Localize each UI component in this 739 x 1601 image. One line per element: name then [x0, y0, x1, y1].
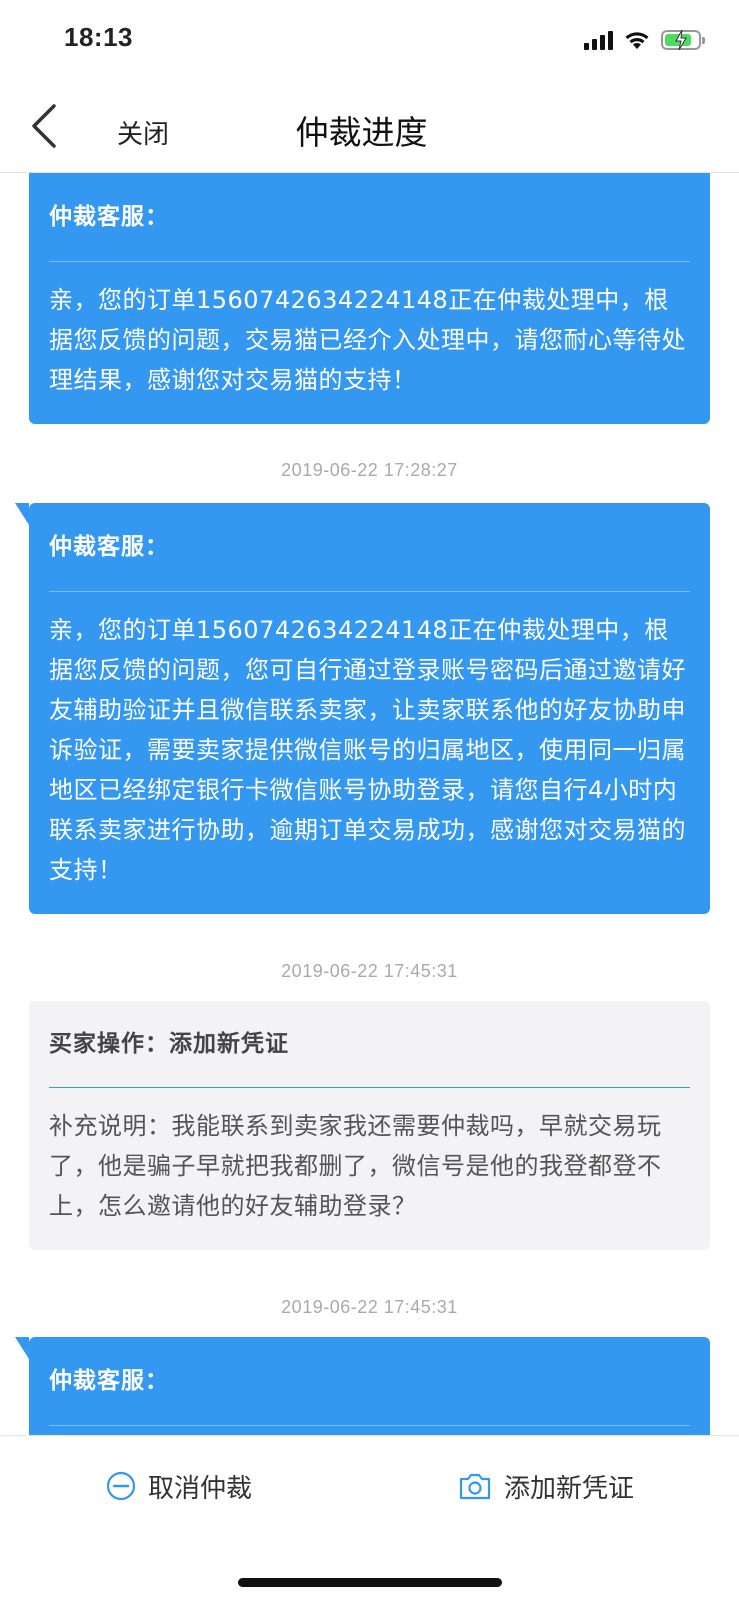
message-timestamp: 2019-06-22 17:45:31 — [281, 961, 458, 981]
bottom-action-bar: 取消仲裁 添加新凭证 — [0, 1435, 739, 1601]
cellular-signal-icon — [584, 30, 613, 50]
camera-icon — [459, 1473, 491, 1500]
wifi-icon — [625, 32, 649, 49]
message-text: 补充说明：我能联系到卖家我还需要仲裁吗，早就交易玩了，他是骗子早就把我都删了，微… — [49, 1112, 662, 1220]
minus-circle-icon — [106, 1471, 136, 1501]
buyer-message: 买家操作：添加新凭证 补充说明：我能联系到卖家我还需要仲裁吗，早就交易玩了，他是… — [29, 1001, 710, 1250]
message-timestamp: 2019-06-22 17:45:31 — [281, 1297, 458, 1317]
nav-bar: 关闭 仲裁进度 — [0, 80, 739, 173]
message-text: 亲，您的订单1560742634224148正在仲裁处理中，根据您反馈的问题，交… — [49, 286, 686, 394]
agent-message: 仲裁客服： 亲，您的订单1560742634224148正在仲裁处理中，根据您反… — [15, 503, 710, 914]
agent-message-bubble: 仲裁客服： 亲，您的订单1560742634224148正在仲裁处理中，根据您反… — [29, 173, 710, 424]
cancel-arbitration-label: 取消仲裁 — [148, 1473, 253, 1504]
status-bar: 18:13 — [0, 0, 739, 80]
buyer-message-bubble: 买家操作：添加新凭证 补充说明：我能联系到卖家我还需要仲裁吗，早就交易玩了，他是… — [29, 1001, 710, 1250]
home-indicator — [238, 1578, 502, 1587]
message-timestamp: 2019-06-22 17:28:27 — [281, 460, 458, 480]
agent-message: 仲裁客服： 亲，您的订单1560742634224148正在仲裁处理中，根据您反… — [29, 173, 710, 424]
status-time: 18:13 — [64, 22, 133, 52]
agent-message-bubble: 仲裁客服： 亲，您的订单1560742634224148正在仲裁处理中，根据您反… — [15, 503, 710, 914]
message-sender: 仲裁客服： — [49, 173, 690, 262]
add-evidence-label: 添加新凭证 — [504, 1473, 635, 1504]
status-icons — [584, 26, 705, 54]
cancel-arbitration-button[interactable]: 取消仲裁 — [106, 1466, 252, 1506]
message-sender: 买家操作：添加新凭证 — [49, 1001, 690, 1088]
agent-message: 仲裁客服： — [15, 1337, 710, 1435]
add-evidence-button[interactable]: 添加新凭证 — [458, 1466, 634, 1506]
message-sender: 仲裁客服： — [49, 1337, 690, 1426]
battery-icon — [661, 30, 705, 50]
message-text: 亲，您的订单1560742634224148正在仲裁处理中，根据您反馈的问题，您… — [49, 616, 686, 884]
message-sender: 仲裁客服： — [49, 503, 690, 592]
page-title: 仲裁进度 — [295, 113, 428, 152]
agent-message-bubble: 仲裁客服： — [15, 1337, 710, 1435]
arbitration-timeline[interactable]: 仲裁客服： 亲，您的订单1560742634224148正在仲裁处理中，根据您反… — [0, 173, 739, 1435]
